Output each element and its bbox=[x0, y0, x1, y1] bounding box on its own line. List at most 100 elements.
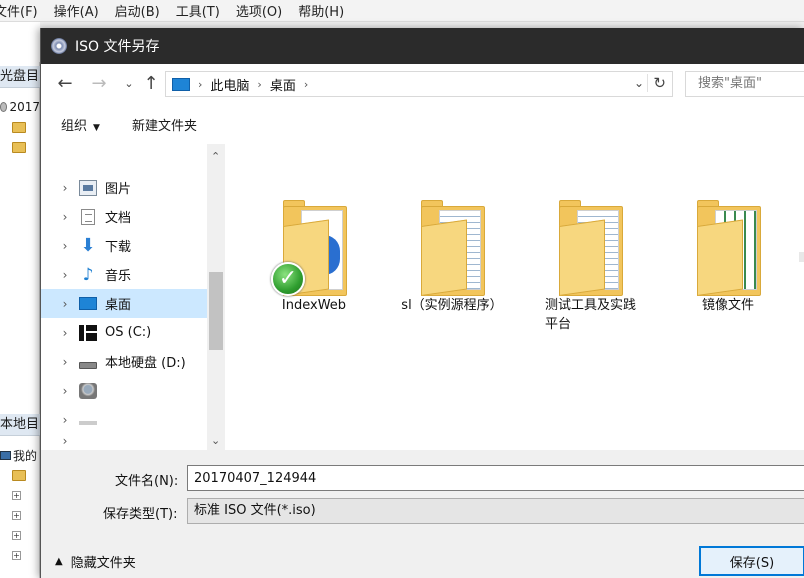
menu-boot[interactable]: 启动(B) bbox=[115, 1, 160, 20]
local-tree-item[interactable]: + bbox=[0, 526, 40, 544]
chevron-right-icon[interactable]: › bbox=[55, 355, 75, 369]
nav-label: 文档 bbox=[105, 211, 132, 226]
disc-panel-title: 光盘目 bbox=[0, 66, 40, 88]
address-dropdown-chevron-down-icon[interactable]: ⌄ bbox=[634, 76, 644, 90]
folder-item-test-tools[interactable]: 测试工具及实践平台 bbox=[535, 196, 645, 334]
organize-button[interactable]: 组织 ▼ bbox=[61, 115, 100, 134]
nav-item-local-disk[interactable]: › 本地硬盘 (D:) bbox=[41, 347, 207, 376]
drive-icon bbox=[79, 420, 97, 425]
nav-label: 音乐 bbox=[105, 269, 132, 284]
recent-chevron-down-icon[interactable]: ⌄ bbox=[117, 72, 141, 96]
disc-tree-label: 2017 bbox=[9, 100, 40, 114]
folder-icon: ✓ bbox=[271, 196, 351, 296]
folder-label: 镜像文件 bbox=[701, 298, 754, 313]
nav-item-downloads[interactable]: › ⬇ 下载 bbox=[41, 231, 207, 260]
local-tree-item[interactable] bbox=[0, 466, 40, 484]
file-list: ✓ IndexWeb sl（实例源程序） 测试工具及实践平台 镜像文件 bbox=[227, 144, 804, 450]
chevron-right-icon[interactable]: › bbox=[55, 413, 75, 427]
nav-item-music[interactable]: › ♪ 音乐 bbox=[41, 260, 207, 289]
nav-scrollbar[interactable]: ⌃ ⌄ bbox=[207, 144, 225, 450]
menu-tools[interactable]: 工具(T) bbox=[176, 1, 220, 20]
scroll-down-chevron-icon[interactable]: ⌄ bbox=[211, 434, 220, 447]
download-icon: ⬇ bbox=[80, 234, 96, 256]
scroll-up-chevron-icon[interactable]: ⌃ bbox=[211, 150, 220, 163]
forward-arrow-icon[interactable]: → bbox=[87, 72, 111, 96]
menu-help[interactable]: 帮助(H) bbox=[298, 1, 344, 20]
dialog-title: ISO 文件另存 bbox=[75, 39, 160, 55]
chevron-right-icon[interactable]: › bbox=[55, 239, 75, 253]
local-tree-root[interactable]: 我的 bbox=[0, 446, 40, 464]
caret-down-icon: ▼ bbox=[93, 122, 100, 133]
local-tree-item[interactable]: + bbox=[0, 506, 40, 524]
computer-icon bbox=[0, 450, 11, 460]
expand-icon[interactable]: + bbox=[12, 510, 21, 520]
chevron-right-icon[interactable]: › bbox=[55, 181, 75, 195]
chevron-right-icon[interactable]: › bbox=[304, 78, 308, 91]
nav-item-os-drive[interactable]: › OS (C:) bbox=[41, 318, 207, 347]
disc-tree-folder[interactable] bbox=[0, 118, 40, 136]
hide-folders-label: 隐藏文件夹 bbox=[70, 556, 136, 571]
breadcrumb-this-pc[interactable]: 此电脑 bbox=[210, 75, 249, 94]
nav-item-desktop[interactable]: › 桌面 bbox=[41, 289, 207, 318]
local-panel-title: 本地目 bbox=[0, 414, 40, 436]
folder-item-sl[interactable]: sl（实例源程序） bbox=[397, 196, 507, 315]
hide-folders-toggle[interactable]: ▲ 隐藏文件夹 bbox=[55, 552, 136, 571]
music-icon: ♪ bbox=[82, 264, 94, 285]
local-tree-item[interactable]: + bbox=[0, 546, 40, 564]
scrollbar-thumb[interactable] bbox=[209, 272, 223, 350]
dialog-footer: ▲ 隐藏文件夹 保存(S) bbox=[41, 534, 804, 578]
nav-label: 桌面 bbox=[105, 298, 132, 313]
filename-field[interactable] bbox=[187, 465, 804, 491]
folder-item-images[interactable]: 镜像文件 bbox=[673, 196, 783, 315]
folder-icon bbox=[12, 121, 26, 133]
os-drive-icon bbox=[79, 324, 97, 341]
nav-item-pictures[interactable]: › 图片 bbox=[41, 173, 207, 202]
nav-label: 本地硬盘 (D:) bbox=[105, 356, 186, 371]
chevron-right-icon[interactable]: › bbox=[257, 78, 261, 91]
nav-item-documents[interactable]: › 文档 bbox=[41, 202, 207, 231]
disc-tree-folder[interactable] bbox=[0, 138, 40, 156]
documents-icon bbox=[81, 208, 95, 225]
refresh-icon[interactable]: ↻ bbox=[647, 74, 666, 92]
new-folder-button[interactable]: 新建文件夹 bbox=[132, 115, 197, 134]
menu-file[interactable]: 文件(F) bbox=[0, 1, 38, 20]
up-arrow-icon[interactable]: ↑ bbox=[139, 72, 163, 96]
search-input[interactable]: 搜索"桌面" bbox=[685, 71, 804, 97]
address-row: ← → ⌄ ↑ › 此电脑 › 桌面 › ⌄ ↻ 搜索"桌面" bbox=[41, 64, 804, 104]
menu-options[interactable]: 选项(O) bbox=[236, 1, 282, 20]
nav-label: 图片 bbox=[105, 182, 132, 197]
caret-up-icon: ▲ bbox=[55, 556, 63, 567]
breadcrumb-desktop[interactable]: 桌面 bbox=[270, 75, 296, 94]
disc-icon bbox=[0, 102, 8, 112]
filetype-label: 保存类型(T): bbox=[103, 507, 178, 522]
nav-item-network-drive[interactable]: › bbox=[41, 376, 207, 405]
disc-tree-root[interactable]: 2017 bbox=[0, 98, 40, 116]
filetype-select[interactable]: 标准 ISO 文件(*.iso) bbox=[187, 498, 804, 524]
nav-item-drive[interactable]: › bbox=[41, 405, 207, 434]
background-toolbar bbox=[0, 22, 40, 62]
folder-label: 测试工具及实践平台 bbox=[545, 298, 637, 332]
folder-item-indexweb[interactable]: ✓ IndexWeb bbox=[259, 196, 369, 315]
chevron-right-icon[interactable]: › bbox=[198, 78, 202, 91]
chevron-right-icon[interactable]: › bbox=[55, 434, 75, 448]
partial-item bbox=[799, 252, 804, 262]
expand-icon[interactable]: + bbox=[12, 490, 21, 500]
local-tree-item[interactable]: + bbox=[0, 486, 40, 504]
back-arrow-icon[interactable]: ← bbox=[53, 72, 77, 96]
menu-action[interactable]: 操作(A) bbox=[54, 1, 99, 20]
expand-icon[interactable]: + bbox=[12, 550, 21, 560]
chevron-right-icon[interactable]: › bbox=[55, 210, 75, 224]
local-disk-icon bbox=[79, 362, 97, 369]
chevron-right-icon[interactable]: › bbox=[55, 268, 75, 282]
folder-icon bbox=[12, 469, 26, 481]
chevron-right-icon[interactable]: › bbox=[55, 297, 75, 311]
address-bar[interactable]: › 此电脑 › 桌面 › ⌄ ↻ bbox=[165, 71, 673, 97]
chevron-right-icon[interactable]: › bbox=[55, 384, 75, 398]
nav-item-more[interactable]: › bbox=[41, 431, 207, 451]
save-fields: 文件名(N): 保存类型(T): 标准 ISO 文件(*.iso) bbox=[41, 450, 804, 534]
chevron-right-icon[interactable]: › bbox=[55, 326, 75, 340]
folder-icon bbox=[12, 141, 26, 153]
save-button[interactable]: 保存(S) bbox=[699, 546, 804, 576]
dialog-titlebar[interactable]: ISO 文件另存 bbox=[41, 28, 804, 64]
expand-icon[interactable]: + bbox=[12, 530, 21, 540]
